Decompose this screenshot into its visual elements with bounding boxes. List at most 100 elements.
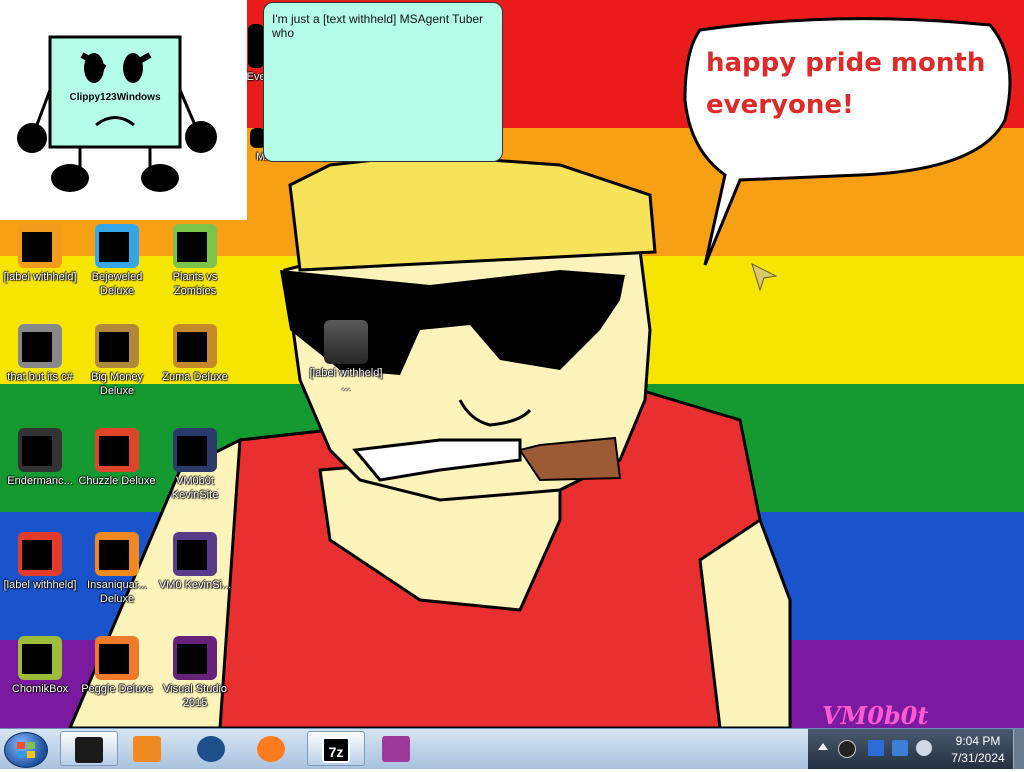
desktop-icon-label: ChomikBox [11,683,69,695]
desktop-icon-label: Insaniquar... Deluxe [87,579,147,605]
visual-studio-icon [173,636,217,680]
speech-bubble-text: happy pride month everyone! [706,42,996,126]
desktop-icon-folder[interactable]: [label withheld] ... [306,316,386,412]
desktop-icon-label: Chuzzle Deluxe [78,475,156,487]
desktop-icon-label: VM0b0t KevinSite [171,475,219,501]
app-icon [248,24,264,68]
agent-tray-icon[interactable] [838,740,856,758]
taskbar-button[interactable] [368,731,426,766]
desktop-icon-label: Visual Studio 2015 [162,683,227,709]
redaction-block [177,540,207,570]
show-desktop-button[interactable] [1013,729,1024,769]
clippy-character-art [17,35,217,192]
taskbar-button[interactable] [183,731,241,766]
network-icon[interactable] [892,740,908,756]
desktop-icon-label: Endermanc... [7,475,73,487]
desktop-icon-label: that but its c# [7,371,73,383]
media-player-icon [133,736,161,762]
desktop-icon[interactable]: Chuzzle Deluxe [77,424,157,520]
watermark: VM0b0t [822,701,929,728]
desktop-icon-label: VM0 KevinSi... [158,579,232,591]
desktop-icon-label: Big Money Deluxe [91,371,143,397]
clock-date[interactable]: 7/31/2024 [938,751,1018,765]
desktop-icon[interactable]: VM0 KevinSi... [155,528,235,624]
speech-line-2: everyone! [706,90,854,120]
windows-logo-icon [17,742,35,758]
desktop-icon-label: [label withheld] ... [309,367,383,393]
desktop-icon[interactable]: Bejeweled Deluxe [77,220,157,316]
volume-icon[interactable] [916,740,932,756]
desktop[interactable]: happy pride month everyone! VM0b0t [labe… [0,0,1024,728]
mouse-cursor [751,263,778,292]
redaction-block [22,540,52,570]
desktop-icon-label: Plants vs Zombies [172,271,218,297]
desktop-icon[interactable]: Big Money Deluxe [77,320,157,416]
plant-icon [173,224,217,268]
desktop-icon-label: [label withheld] [3,271,77,283]
frog-idol-icon [173,324,217,368]
agent-speech-balloon: I'm just a [text withheld] MSAgent Tuber… [263,2,503,162]
redaction-block [99,332,129,362]
desktop-icon[interactable]: Endermanc... [0,424,80,520]
terminal-icon [18,428,62,472]
hamster-icon [18,636,62,680]
document-icon [18,224,62,268]
taskbar-button[interactable] [119,731,177,766]
desktop-icon[interactable]: VM0b0t KevinSite [155,424,235,520]
winrar-icon [382,736,410,762]
desktop-icon-label: Peggle Deluxe [81,683,153,695]
desktop-icon[interactable]: Visual Studio 2015 [155,632,235,728]
command-prompt-icon [75,737,103,763]
desktop-icon[interactable]: [label withheld] [0,528,80,624]
redaction-block [22,232,52,262]
red-circle-icon [18,532,62,576]
document-purple-icon [173,532,217,576]
desktop-icon[interactable]: Plants vs Zombies [155,220,235,316]
7zip-icon: 7z [322,737,350,763]
redaction-block [177,644,207,674]
clock-time[interactable]: 9:04 PM [938,734,1018,748]
show-hidden-icons-button[interactable] [818,743,828,750]
system-tray: 9:04 PM 7/31/2024 [808,729,1024,769]
taskbar: 7z 9:04 PM 7/31/2024 [0,728,1024,769]
redaction-block [22,644,52,674]
desktop-icon[interactable]: Insaniquar... Deluxe [77,528,157,624]
desktop-icon-label: Bejeweled Deluxe [91,271,143,297]
desktop-icon[interactable]: ChomikBox [0,632,80,728]
redaction-block [177,232,207,262]
desktop-icon[interactable]: Peggle Deluxe [77,632,157,728]
hat [288,153,657,272]
desktop-icon[interactable]: Zuma Deluxe [155,320,235,416]
gem-icon [95,224,139,268]
taskbar-button[interactable]: 7z [307,731,365,766]
redaction-block [99,644,129,674]
speech-line-1: happy pride month [706,48,986,78]
redaction-block [177,436,207,466]
desktop-icon-label: Zuma Deluxe [162,371,228,383]
redaction-block [99,436,129,466]
stack-icon [18,324,62,368]
redaction-block [22,436,52,466]
desktop-icon[interactable]: [label withheld] [0,220,80,316]
redaction-block [99,232,129,262]
redaction-block [177,332,207,362]
desktop-icon[interactable]: that but its c# [0,320,80,416]
fish-icon [95,532,139,576]
agent-balloon-text: I'm just a [text withheld] MSAgent Tuber… [272,12,484,40]
msagent-character[interactable]: Clippy123Windows [0,0,247,220]
redaction-block [22,332,52,362]
agent-name: Clippy123Windows [69,92,161,103]
globe-icon [197,736,225,762]
chuzzle-icon [95,428,139,472]
desktop-icon-label: [label withheld] [3,579,77,591]
taskbar-button[interactable] [60,731,118,766]
money-bag-icon [95,324,139,368]
sync-icon[interactable] [868,740,884,756]
redaction-block [99,540,129,570]
firefox-icon [257,736,285,762]
taskbar-button[interactable] [243,731,301,766]
peggle-icon [95,636,139,680]
start-button[interactable] [4,732,48,768]
folder-icon [324,320,368,364]
website-icon [173,428,217,472]
